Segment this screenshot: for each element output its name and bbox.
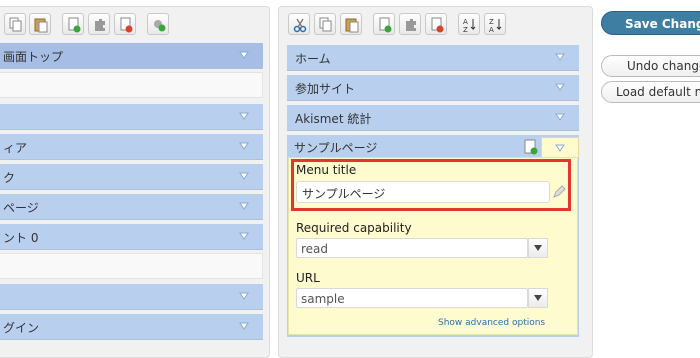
menu-title-label: Menu title (296, 163, 357, 177)
left-menu-panel: 画面トップ ィア ク ページ ント 0 グイン (0, 6, 270, 358)
cut-button[interactable] (288, 13, 310, 35)
scissors-icon (293, 18, 307, 33)
menu-item-label: グイン (3, 321, 40, 335)
menu-item[interactable]: ページ (0, 194, 263, 220)
menu-item[interactable]: ク (0, 164, 263, 190)
expanded-menu-item: サンプルページ Menu title サンプルページ Required capa… (287, 135, 579, 337)
capability-value: read (301, 242, 329, 256)
sort-za-icon: ZA (489, 18, 502, 33)
chevron-down-icon[interactable] (239, 231, 249, 241)
new-page-icon (379, 17, 392, 33)
svg-text:A: A (463, 18, 468, 26)
chevron-down-icon[interactable] (239, 111, 249, 121)
menu-item-label: ク (3, 171, 16, 185)
menu-item-label: 参加サイト (295, 82, 356, 96)
menu-item-label: ント 0 (3, 231, 39, 245)
capability-label: Required capability (296, 221, 412, 235)
paste-icon (345, 18, 359, 33)
chevron-down-icon[interactable] (239, 321, 249, 331)
new-separator-button[interactable] (399, 13, 421, 35)
sort-az-icon: AZ (463, 18, 476, 33)
dropdown-arrow-icon (534, 295, 542, 301)
chevron-down-icon[interactable] (555, 52, 565, 62)
gear-add-icon (154, 20, 166, 32)
menu-item-empty (0, 253, 263, 279)
menu-item-akismet[interactable]: Akismet 統計 (287, 105, 579, 131)
undo-changes-button[interactable]: Undo changes (601, 55, 700, 77)
paste-button[interactable] (340, 13, 362, 35)
show-advanced-link[interactable]: Show advanced options (438, 318, 545, 328)
paste-icon (34, 18, 48, 33)
puzzle-icon (406, 19, 416, 31)
menu-title-input[interactable]: サンプルページ (296, 181, 550, 203)
menu-item-label: ページ (3, 201, 39, 215)
chevron-down-icon (555, 144, 565, 152)
edit-pencil-icon[interactable] (552, 185, 566, 199)
load-default-menu-button[interactable]: Load default menu (601, 81, 700, 103)
menu-item[interactable]: ィア (0, 134, 263, 160)
sort-ascending-button[interactable]: AZ (458, 13, 480, 35)
load-default-label: Load default menu (616, 85, 700, 99)
menu-item-label: ホーム (295, 52, 331, 66)
menu-item[interactable]: 画面トップ (0, 43, 263, 69)
right-menu-panel: AZ ZA ホーム 参加サイト Akismet 統計 サンプルページ Menu … (278, 6, 593, 358)
delete-page-icon (120, 17, 133, 33)
capability-select[interactable]: read (296, 238, 548, 258)
new-item-button[interactable] (62, 13, 84, 35)
copy-icon (9, 17, 22, 32)
copy-button[interactable] (4, 13, 26, 35)
svg-text:Z: Z (489, 18, 494, 26)
chevron-down-icon[interactable] (239, 141, 249, 151)
menu-item[interactable]: ント 0 (0, 224, 263, 250)
chevron-down-icon[interactable] (239, 171, 249, 181)
url-label: URL (296, 271, 320, 285)
puzzle-icon (95, 19, 105, 31)
menu-title-value: サンプルページ (302, 187, 386, 201)
menu-item-label: ィア (3, 141, 28, 155)
new-page-icon (68, 17, 81, 33)
delete-page-icon (431, 17, 444, 33)
expanded-item-title: サンプルページ (294, 141, 378, 155)
menu-item-empty (0, 72, 263, 98)
url-dropdown-button[interactable] (528, 288, 548, 308)
menu-item-home[interactable]: ホーム (287, 45, 579, 71)
dropdown-arrow-icon (534, 245, 542, 251)
url-value: sample (301, 292, 345, 306)
url-select[interactable]: sample (296, 288, 548, 308)
chevron-down-icon[interactable] (555, 82, 565, 92)
collapse-toggle[interactable] (541, 137, 579, 157)
settings-button[interactable] (147, 13, 169, 35)
new-page-icon[interactable] (523, 139, 539, 155)
menu-item-label: Akismet 統計 (295, 112, 372, 126)
menu-item[interactable] (0, 104, 263, 130)
menu-item-label: 画面トップ (3, 50, 64, 64)
chevron-down-icon[interactable] (239, 50, 249, 60)
svg-text:Z: Z (463, 26, 468, 33)
capability-dropdown-button[interactable] (528, 238, 548, 258)
copy-icon (319, 17, 332, 32)
chevron-down-icon[interactable] (239, 291, 249, 301)
menu-item-sites[interactable]: 参加サイト (287, 75, 579, 101)
new-item-button[interactable] (373, 13, 395, 35)
save-changes-button[interactable]: Save Changes (601, 11, 700, 35)
chevron-down-icon[interactable] (239, 201, 249, 211)
sort-descending-button[interactable]: ZA (484, 13, 506, 35)
svg-text:A: A (489, 26, 494, 33)
copy-button[interactable] (314, 13, 336, 35)
new-separator-button[interactable] (88, 13, 110, 35)
delete-item-button[interactable] (114, 13, 136, 35)
undo-changes-label: Undo changes (627, 59, 700, 73)
paste-button[interactable] (29, 13, 51, 35)
item-editor: Menu title サンプルページ Required capability r… (288, 157, 578, 335)
save-changes-label: Save Changes (625, 17, 700, 31)
menu-item[interactable]: グイン (0, 314, 263, 340)
menu-item[interactable] (0, 284, 263, 310)
chevron-down-icon[interactable] (555, 112, 565, 122)
delete-item-button[interactable] (425, 13, 447, 35)
